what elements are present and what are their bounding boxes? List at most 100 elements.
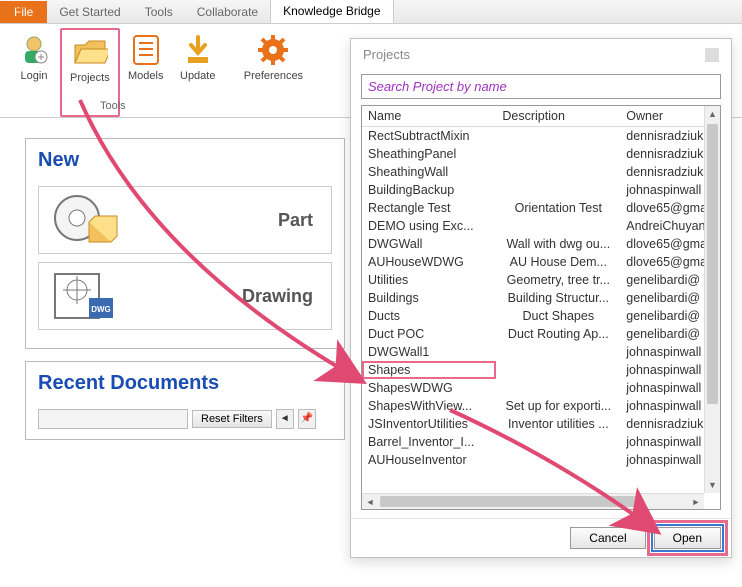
table-row[interactable]: SheathingWalldennisradziuk bbox=[362, 163, 720, 181]
ribbon-preferences-label: Preferences bbox=[244, 70, 303, 82]
cell-name: ShapesWDWG bbox=[362, 379, 496, 397]
cell-name: Utilities bbox=[362, 271, 496, 289]
cell-name: Barrel_Inventor_I... bbox=[362, 433, 496, 451]
table-row[interactable]: DEMO using Exc...AndreiChuyan bbox=[362, 217, 720, 235]
table-row[interactable]: Rectangle TestOrientation Testdlove65@gm… bbox=[362, 199, 720, 217]
table-row[interactable]: AUHouseWDWGAU House Dem...dlove65@gma bbox=[362, 253, 720, 271]
projects-table: Name Description Owner RectSubtractMixin… bbox=[362, 106, 720, 469]
horizontal-scrollbar[interactable]: ◄ ► bbox=[362, 493, 704, 509]
menu-collaborate[interactable]: Collaborate bbox=[185, 1, 270, 23]
cell-name: JSInventorUtilities bbox=[362, 415, 496, 433]
update-icon bbox=[180, 32, 216, 68]
cell-name: DWGWall bbox=[362, 235, 496, 253]
ribbon-models-label: Models bbox=[128, 70, 163, 82]
table-row[interactable]: BuildingsBuilding Structur...genelibardi… bbox=[362, 289, 720, 307]
cell-name: SheathingWall bbox=[362, 163, 496, 181]
new-part-item[interactable]: Part bbox=[38, 186, 332, 254]
cell-desc bbox=[496, 343, 620, 361]
table-row[interactable]: SheathingPaneldennisradziuk bbox=[362, 145, 720, 163]
ribbon-group-label: Tools bbox=[100, 100, 126, 112]
new-drawing-item[interactable]: DWG Drawing bbox=[38, 262, 332, 330]
table-row[interactable]: DWGWallWall with dwg ou...dlove65@gma bbox=[362, 235, 720, 253]
scroll-left-arrow[interactable]: ◄ bbox=[362, 494, 378, 509]
filter-row: Reset Filters ◄ 📌 bbox=[38, 409, 332, 429]
new-panel-title: New bbox=[38, 149, 332, 172]
projects-icon bbox=[72, 34, 108, 70]
scroll-thumb-vertical[interactable] bbox=[707, 124, 718, 404]
scroll-thumb-horizontal[interactable] bbox=[380, 496, 640, 507]
cell-name: AUHouseWDWG bbox=[362, 253, 496, 271]
table-row[interactable]: Shapesjohnaspinwall bbox=[362, 361, 720, 379]
cell-desc bbox=[496, 127, 620, 146]
ribbon-update[interactable]: Update bbox=[172, 28, 224, 117]
table-row[interactable]: Duct POCDuct Routing Ap...genelibardi@ bbox=[362, 325, 720, 343]
table-row[interactable]: DWGWall1johnaspinwall bbox=[362, 343, 720, 361]
table-row[interactable]: BuildingBackupjohnaspinwall bbox=[362, 181, 720, 199]
cell-desc bbox=[496, 433, 620, 451]
drawing-icon: DWG bbox=[49, 268, 119, 324]
scroll-up-arrow[interactable]: ▲ bbox=[705, 106, 720, 122]
cell-name: RectSubtractMixin bbox=[362, 127, 496, 146]
dialog-footer: Cancel Open bbox=[351, 518, 731, 557]
table-row[interactable]: Barrel_Inventor_I...johnaspinwall bbox=[362, 433, 720, 451]
table-row[interactable]: ShapesWithView...Set up for exporti...jo… bbox=[362, 397, 720, 415]
search-project-input[interactable] bbox=[361, 74, 721, 99]
ribbon-update-label: Update bbox=[180, 70, 215, 82]
menu-tools[interactable]: Tools bbox=[133, 1, 185, 23]
ribbon-projects-label: Projects bbox=[70, 72, 110, 84]
cell-desc: Set up for exporti... bbox=[496, 397, 620, 415]
cell-desc bbox=[496, 379, 620, 397]
cell-name: SheathingPanel bbox=[362, 145, 496, 163]
cell-desc: Orientation Test bbox=[496, 199, 620, 217]
part-icon bbox=[49, 192, 119, 248]
cell-name: BuildingBackup bbox=[362, 181, 496, 199]
new-drawing-label: Drawing bbox=[119, 286, 321, 307]
cell-name: ShapesWithView... bbox=[362, 397, 496, 415]
table-row[interactable]: JSInventorUtilitiesInventor utilities ..… bbox=[362, 415, 720, 433]
table-row[interactable]: UtilitiesGeometry, tree tr...genelibardi… bbox=[362, 271, 720, 289]
open-button[interactable]: Open bbox=[654, 527, 721, 549]
table-row[interactable]: AUHouseInventorjohnaspinwall bbox=[362, 451, 720, 469]
projects-dialog: Projects Name Description Owner RectSubt… bbox=[350, 38, 732, 558]
reset-filters-button[interactable]: Reset Filters bbox=[192, 410, 272, 428]
filter-prev-button[interactable]: ◄ bbox=[276, 409, 294, 429]
cell-desc: Wall with dwg ou... bbox=[496, 235, 620, 253]
dialog-titlebar: Projects bbox=[351, 39, 731, 70]
cancel-button[interactable]: Cancel bbox=[570, 527, 645, 549]
ribbon-models[interactable]: Models bbox=[120, 28, 172, 117]
cell-desc: Inventor utilities ... bbox=[496, 415, 620, 433]
cell-name: AUHouseInventor bbox=[362, 451, 496, 469]
cell-name: DWGWall1 bbox=[362, 343, 496, 361]
menu-knowledge-bridge[interactable]: Knowledge Bridge bbox=[270, 0, 393, 23]
recent-panel: Recent Documents Reset Filters ◄ 📌 bbox=[25, 361, 345, 440]
pro-badge: PRO bbox=[0, 0, 25, 13]
filter-input[interactable] bbox=[38, 409, 188, 429]
col-desc-header[interactable]: Description bbox=[496, 106, 620, 127]
menu-get-started[interactable]: Get Started bbox=[47, 1, 132, 23]
table-row[interactable]: ShapesWDWGjohnaspinwall bbox=[362, 379, 720, 397]
ribbon-preferences[interactable]: Preferences bbox=[236, 28, 311, 117]
new-part-label: Part bbox=[119, 210, 321, 231]
cell-name: Shapes bbox=[362, 361, 496, 379]
ribbon-login-label: Login bbox=[21, 70, 48, 82]
col-name-header[interactable]: Name bbox=[362, 106, 496, 127]
scroll-down-arrow[interactable]: ▼ bbox=[705, 477, 720, 493]
dialog-close-button[interactable] bbox=[705, 48, 719, 62]
vertical-scrollbar[interactable]: ▲ ▼ bbox=[704, 106, 720, 493]
filter-pin-button[interactable]: 📌 bbox=[298, 409, 316, 429]
svg-text:DWG: DWG bbox=[91, 305, 111, 314]
cell-desc: Geometry, tree tr... bbox=[496, 271, 620, 289]
login-icon bbox=[16, 32, 52, 68]
cell-name: Duct POC bbox=[362, 325, 496, 343]
cell-desc: Duct Routing Ap... bbox=[496, 325, 620, 343]
ribbon-login[interactable]: Login bbox=[8, 28, 60, 117]
scroll-right-arrow[interactable]: ► bbox=[688, 494, 704, 509]
table-row[interactable]: RectSubtractMixindennisradziuk bbox=[362, 127, 720, 146]
cell-name: Rectangle Test bbox=[362, 199, 496, 217]
dialog-title-text: Projects bbox=[363, 47, 410, 62]
table-row[interactable]: DuctsDuct Shapesgenelibardi@ bbox=[362, 307, 720, 325]
cell-name: DEMO using Exc... bbox=[362, 217, 496, 235]
projects-table-container: Name Description Owner RectSubtractMixin… bbox=[361, 105, 721, 510]
models-icon bbox=[128, 32, 164, 68]
cell-name: Buildings bbox=[362, 289, 496, 307]
